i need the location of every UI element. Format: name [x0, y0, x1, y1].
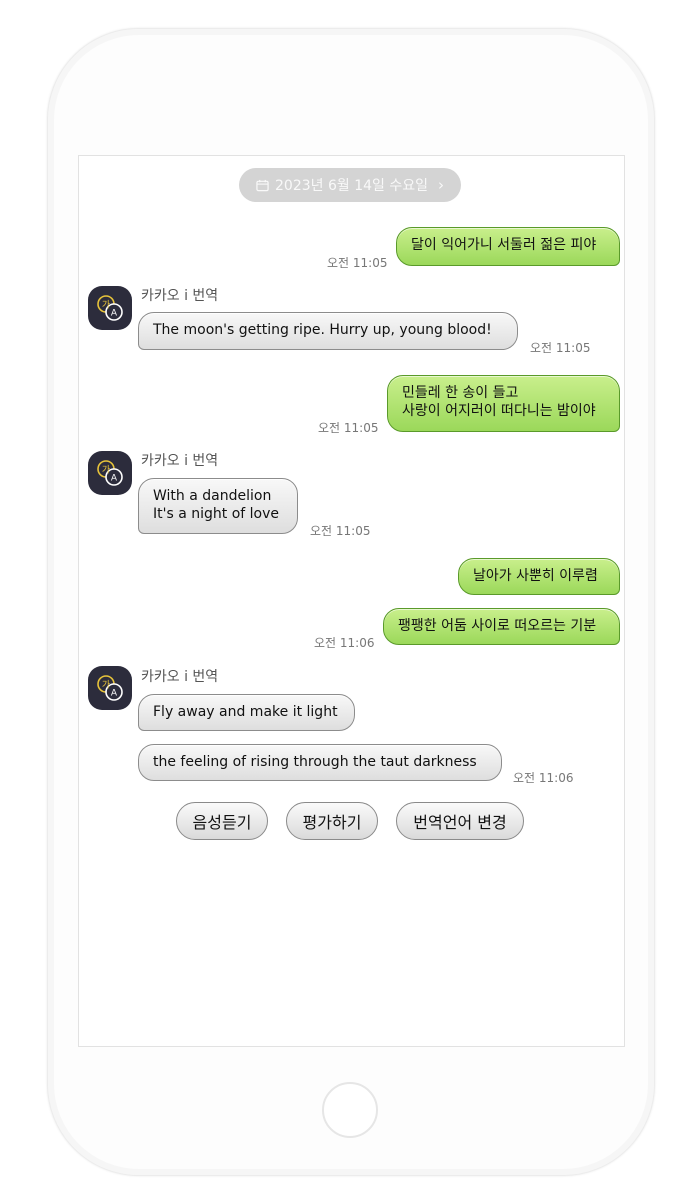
message-text: The moon's getting ripe. Hurry up, young…	[153, 322, 492, 338]
date-label: 2023년 6월 14일 수요일	[275, 178, 428, 194]
message-text: the feeling of rising through the taut d…	[153, 754, 477, 770]
message-text: Fly away and make it light	[153, 704, 338, 720]
avatar-glyph-bottom: A	[111, 689, 118, 699]
my-message-bubble[interactable]: 달이 익어가니 서둘러 젊은 피야	[396, 227, 620, 266]
message-text: 달이 익어가니 서둘러 젊은 피야	[411, 237, 597, 253]
message-line: With a dandelion	[153, 488, 272, 504]
message-line: 민들레 한 송이 들고	[402, 385, 519, 401]
message-time: 오전 11:05	[327, 256, 388, 270]
calendar-icon	[256, 179, 269, 191]
message-line: 사랑이 어지러이 떠다니는 밤이야	[402, 403, 596, 419]
message-time: 오전 11:06	[314, 636, 375, 650]
my-message-bubble[interactable]: 민들레 한 송이 들고 사랑이 어지러이 떠다니는 밤이야	[387, 375, 620, 432]
chat-screen: 2023년 6월 14일 수요일 › 오전 11:05 달이 익어가니 서둘러 …	[78, 155, 625, 1047]
message-text: 팽팽한 어둠 사이로 떠오르는 기분	[398, 618, 597, 634]
my-message-bubble[interactable]: 날아가 사뿐히 이루렴	[458, 558, 620, 595]
message-text: 날아가 사뿐히 이루렴	[473, 568, 598, 584]
date-header[interactable]: 2023년 6월 14일 수요일 ›	[239, 168, 461, 202]
bot-message-bubble[interactable]: The moon's getting ripe. Hurry up, young…	[138, 312, 518, 350]
chevron-right-icon: ›	[437, 176, 444, 194]
avatar-glyph-top: 가	[102, 465, 110, 476]
listen-button[interactable]: 음성듣기	[176, 802, 268, 840]
translate-icon: 가 A	[97, 460, 123, 486]
bot-avatar[interactable]: 가 A	[88, 666, 132, 710]
bot-message-bubble[interactable]: Fly away and make it light	[138, 694, 355, 731]
avatar-glyph-bottom: A	[111, 309, 118, 319]
message-time: 오전 11:05	[318, 421, 379, 435]
bot-message-bubble[interactable]: the feeling of rising through the taut d…	[138, 744, 502, 781]
avatar-glyph-top: 가	[102, 680, 110, 691]
change-language-button[interactable]: 번역언어 변경	[396, 802, 524, 840]
avatar-glyph-bottom: A	[111, 474, 118, 484]
my-message-bubble[interactable]: 팽팽한 어둠 사이로 떠오르는 기분	[383, 608, 620, 645]
translate-icon: 가 A	[97, 675, 123, 701]
bot-message-bubble[interactable]: With a dandelion It's a night of love	[138, 478, 298, 534]
message-line: It's a night of love	[153, 506, 279, 522]
sender-name: 카카오 i 번역	[141, 453, 219, 469]
rate-button[interactable]: 평가하기	[286, 802, 378, 840]
sender-name: 카카오 i 번역	[141, 288, 219, 304]
sender-name: 카카오 i 번역	[141, 669, 219, 685]
bot-avatar[interactable]: 가 A	[88, 286, 132, 330]
avatar-glyph-top: 가	[102, 300, 110, 311]
message-time: 오전 11:05	[530, 341, 591, 355]
message-time: 오전 11:05	[310, 524, 371, 538]
message-time: 오전 11:06	[513, 771, 574, 785]
translate-icon: 가 A	[97, 295, 123, 321]
bot-avatar[interactable]: 가 A	[88, 451, 132, 495]
home-button[interactable]	[322, 1082, 378, 1138]
